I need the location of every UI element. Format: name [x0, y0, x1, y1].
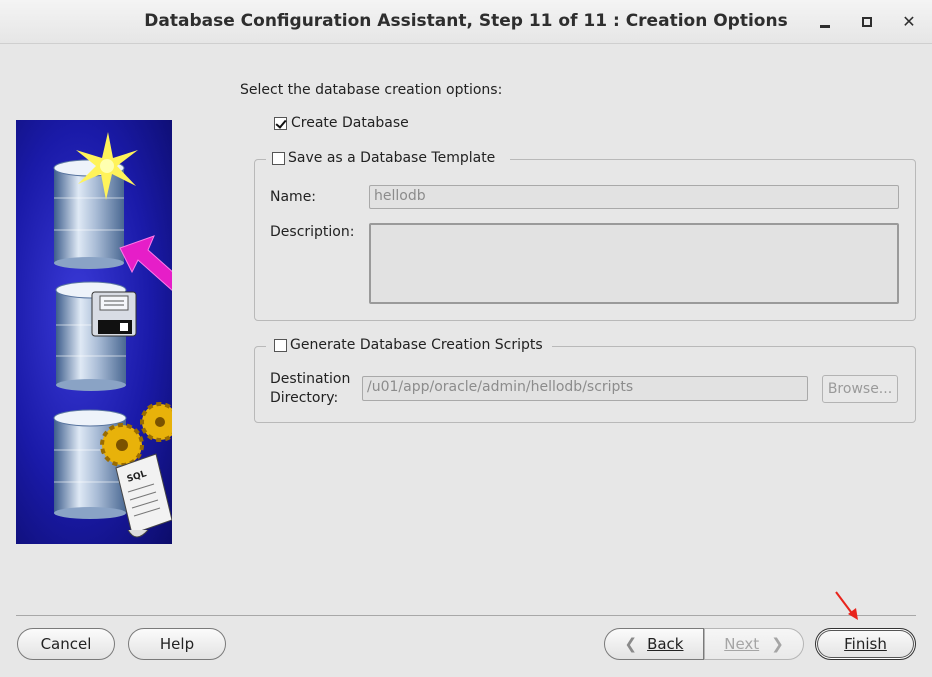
- save-template-label[interactable]: Save as a Database Template: [288, 150, 495, 166]
- create-database-checkbox[interactable]: [274, 117, 287, 130]
- window-title: Database Configuration Assistant, Step 1…: [144, 11, 788, 31]
- database-illustration-icon: SQL: [53, 132, 172, 538]
- generate-scripts-label[interactable]: Generate Database Creation Scripts: [290, 337, 543, 353]
- maximize-icon: [862, 17, 872, 27]
- save-template-checkbox[interactable]: [272, 152, 285, 165]
- title-bar: Database Configuration Assistant, Step 1…: [0, 0, 932, 44]
- footer-separator: [16, 615, 916, 616]
- template-description-label: Description:: [270, 224, 355, 240]
- minimize-button[interactable]: [815, 12, 835, 32]
- cancel-button[interactable]: Cancel: [17, 628, 115, 660]
- browse-button[interactable]: Browse...: [822, 375, 898, 403]
- instruction-text: Select the database creation options:: [240, 82, 503, 98]
- annotation-arrow-icon: [835, 591, 858, 620]
- next-button[interactable]: Next ❯: [704, 628, 804, 660]
- pointer-arrow-icon: [119, 235, 172, 291]
- floppy-disk-icon: [91, 291, 137, 337]
- close-button[interactable]: ✕: [899, 12, 919, 32]
- create-database-label[interactable]: Create Database: [291, 115, 409, 131]
- finish-label: Finish: [844, 635, 887, 653]
- sql-script-scroll-icon: SQL: [115, 453, 172, 538]
- close-icon: ✕: [902, 12, 916, 31]
- dialog-content: SQL Select the database creation options…: [0, 44, 932, 677]
- back-button[interactable]: ❮ Back: [604, 628, 704, 660]
- next-label: Next: [724, 635, 760, 653]
- generate-scripts-checkbox[interactable]: [274, 339, 287, 352]
- destination-label-line2: Directory:: [270, 390, 339, 406]
- help-button[interactable]: Help: [128, 628, 226, 660]
- template-legend-bg: Save as a Database Template: [266, 150, 510, 168]
- back-arrow-icon: ❮: [624, 635, 638, 653]
- destination-label-line1: Destination: [270, 371, 351, 387]
- maximize-button[interactable]: [857, 12, 877, 32]
- scripts-legend-bg: Generate Database Creation Scripts: [266, 337, 552, 355]
- template-name-input[interactable]: hellodb: [369, 185, 899, 209]
- back-label: Back: [647, 635, 684, 653]
- template-name-label: Name:: [270, 189, 317, 205]
- finish-button[interactable]: Finish: [815, 628, 916, 660]
- next-arrow-icon: ❯: [771, 635, 784, 653]
- destination-directory-input[interactable]: /u01/app/oracle/admin/hellodb/scripts: [362, 376, 808, 401]
- wizard-illustration: SQL: [16, 120, 172, 544]
- template-description-textarea[interactable]: [369, 223, 899, 304]
- minimize-icon: [820, 25, 830, 28]
